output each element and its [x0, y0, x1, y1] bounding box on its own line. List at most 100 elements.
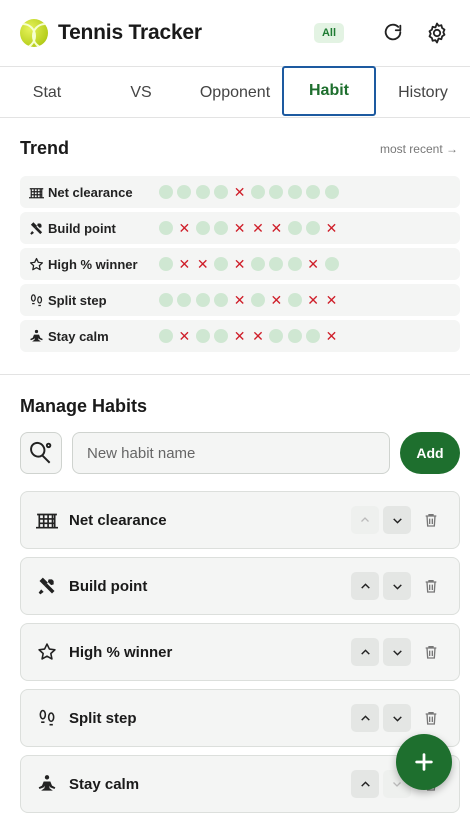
move-up-button[interactable] — [351, 638, 379, 666]
missed-mark: ✕ — [178, 220, 191, 236]
move-down-button[interactable] — [383, 638, 411, 666]
missed-mark: ✕ — [233, 184, 246, 200]
done-dot — [214, 221, 229, 235]
trend-title: Trend — [20, 138, 70, 158]
delete-habit-button[interactable] — [417, 638, 445, 666]
trend-row: Build point ✕ ✕ ✕ ✕ ✕ — [20, 212, 460, 244]
trend-marks: ✕ — [159, 185, 343, 199]
habit-label: Split step — [69, 709, 137, 727]
done-dot — [177, 185, 192, 199]
meditate-icon — [35, 772, 59, 796]
habit-item: High % winner — [20, 623, 460, 681]
tab-history[interactable]: History — [376, 67, 470, 118]
habit-label: Stay calm — [69, 775, 140, 793]
done-dot — [195, 221, 210, 235]
move-up-button[interactable] — [351, 770, 379, 798]
section-divider — [0, 374, 470, 375]
missed-mark: ✕ — [270, 292, 283, 308]
move-down-button[interactable] — [383, 572, 411, 600]
done-dot — [159, 293, 173, 307]
meditate-icon — [28, 328, 44, 344]
done-dot — [287, 257, 302, 271]
new-habit-input[interactable] — [72, 432, 390, 474]
filter-badge[interactable]: All — [313, 23, 344, 43]
done-dot — [159, 185, 173, 199]
missed-mark: ✕ — [196, 256, 209, 272]
done-dot — [195, 329, 210, 343]
gear-icon[interactable] — [424, 20, 450, 46]
move-up-button[interactable] — [351, 572, 379, 600]
tools-icon — [35, 574, 59, 598]
missed-mark: ✕ — [307, 256, 319, 272]
missed-mark: ✕ — [178, 256, 191, 272]
habit-label: Build point — [69, 577, 148, 595]
delete-habit-button[interactable] — [417, 704, 445, 732]
missed-mark: ✕ — [270, 220, 283, 236]
done-dot — [269, 185, 284, 199]
star-icon — [35, 640, 59, 664]
done-dot — [324, 185, 339, 199]
done-dot — [306, 221, 321, 235]
done-dot — [214, 329, 229, 343]
footprints-icon — [28, 292, 44, 308]
habit-item: Split step — [20, 689, 460, 747]
trend-label: Stay calm — [48, 328, 109, 344]
move-down-button[interactable] — [383, 704, 411, 732]
trend-row: Split step ✕ ✕ ✕ ✕ — [20, 284, 460, 316]
habit-label: Net clearance — [69, 511, 167, 529]
habit-item: Stay calm — [20, 755, 460, 813]
done-dot — [250, 257, 265, 271]
delete-habit-button[interactable] — [417, 572, 445, 600]
trend-label: Split step — [48, 292, 107, 308]
done-dot — [214, 293, 229, 307]
trend-row: Stay calm ✕ ✕ ✕ ✕ — [20, 320, 460, 352]
move-up-button[interactable] — [351, 506, 379, 534]
trend-marks: ✕ ✕ ✕ ✕ — [159, 293, 343, 307]
tab-vs[interactable]: VS — [94, 67, 188, 118]
missed-mark: ✕ — [307, 292, 319, 308]
move-down-button[interactable] — [383, 506, 411, 534]
done-dot — [287, 185, 302, 199]
missed-mark: ✕ — [252, 220, 264, 236]
done-dot — [306, 329, 321, 343]
done-dot — [287, 293, 302, 307]
trend-label: High % winner — [48, 256, 138, 272]
done-dot — [159, 257, 173, 271]
add-entry-fab[interactable] — [396, 734, 452, 790]
done-dot — [177, 293, 192, 307]
done-dot — [324, 257, 339, 271]
move-up-button[interactable] — [351, 704, 379, 732]
done-dot — [269, 329, 284, 343]
tools-icon — [28, 220, 44, 236]
tab-habit[interactable]: Habit — [282, 66, 376, 116]
app-header: Tennis Tracker All — [0, 0, 470, 66]
done-dot — [250, 293, 265, 307]
tab-bar: Stat VS Opponent Habit History — [0, 66, 470, 118]
missed-mark: ✕ — [233, 220, 246, 236]
trend-label: Net clearance — [48, 184, 133, 200]
trend-label: Build point — [48, 220, 116, 236]
star-icon — [28, 256, 44, 272]
missed-mark: ✕ — [325, 292, 338, 308]
done-dot — [214, 257, 229, 271]
tennis-ball-icon — [20, 19, 48, 47]
done-dot — [269, 257, 284, 271]
habit-item: Net clearance — [20, 491, 460, 549]
trend-row: High % winner ✕ ✕ ✕ ✕ — [20, 248, 460, 280]
refresh-icon[interactable] — [380, 20, 406, 46]
done-dot — [159, 329, 173, 343]
trend-marks: ✕ ✕ ✕ ✕ — [159, 329, 343, 343]
tab-stat[interactable]: Stat — [0, 67, 94, 118]
add-habit-button[interactable]: Add — [400, 432, 460, 474]
missed-mark: ✕ — [325, 220, 338, 236]
trend-marks: ✕ ✕ ✕ ✕ — [159, 257, 343, 271]
done-dot — [214, 185, 229, 199]
missed-mark: ✕ — [233, 256, 246, 272]
app-title: Tennis Tracker — [58, 21, 202, 44]
manage-habits-title: Manage Habits — [20, 396, 148, 416]
racket-icon-picker[interactable] — [20, 432, 62, 474]
tab-opponent[interactable]: Opponent — [188, 67, 282, 118]
done-dot — [195, 293, 210, 307]
delete-habit-button[interactable] — [417, 506, 445, 534]
done-dot — [195, 185, 210, 199]
